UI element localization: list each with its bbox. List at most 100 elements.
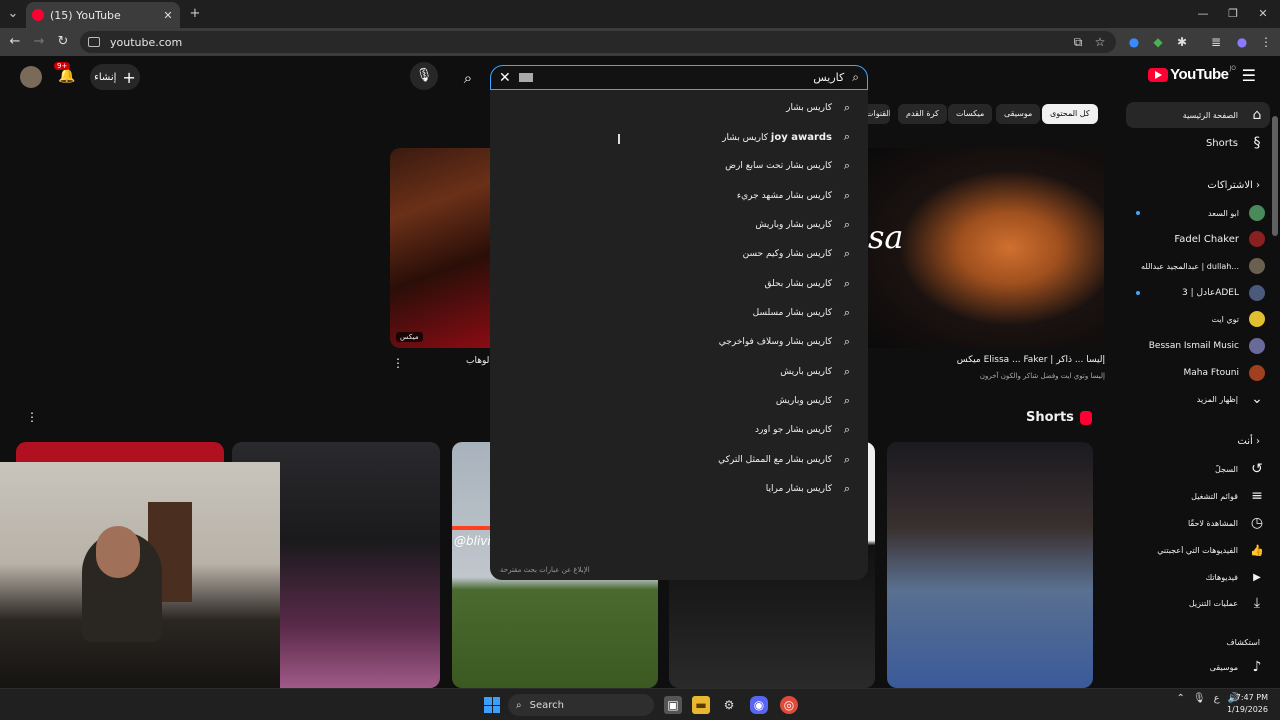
- search-suggestions: ⌕ كاريس بشار ⌕ كاريس بشار joy awards ⌕ كاري…: [490, 90, 868, 580]
- sidebar-item-history[interactable]: ↺ السجلّ: [1116, 456, 1270, 482]
- task-view-icon[interactable]: ▣: [664, 696, 682, 714]
- search-icon: ⌕: [843, 218, 851, 231]
- subscription-item[interactable]: عبدالمجيد عبدالله | dullah...: [1116, 253, 1270, 279]
- create-button[interactable]: إنشاء +: [90, 64, 140, 90]
- chrome-icon[interactable]: ◎: [780, 696, 798, 714]
- shorts-icon: [1079, 410, 1092, 425]
- install-app-icon[interactable]: ⧉: [1070, 34, 1086, 50]
- suggestion-item[interactable]: ⌕ كاريس بشار وباريش: [490, 213, 868, 237]
- sidebar-item-playlists[interactable]: ≡ قوائم التشغيل: [1116, 483, 1270, 509]
- subscription-item[interactable]: ابو السعد: [1116, 200, 1270, 226]
- taskbar-search[interactable]: ⌕ Search: [508, 694, 654, 716]
- notifications-bell-icon[interactable]: 🔔 9+: [54, 62, 75, 84]
- chip-music[interactable]: موسيقى: [996, 104, 1041, 124]
- plus-icon: +: [122, 67, 136, 87]
- browser-menu-icon[interactable]: ⋮: [1258, 34, 1274, 50]
- suggestion-item[interactable]: ⌕ كاريس بشار مع الممثل التركي: [490, 448, 868, 472]
- more-options-icon[interactable]: ⋮: [392, 356, 404, 370]
- clock[interactable]: 7:47 PM 1/19/2026: [1227, 692, 1268, 716]
- suggestion-item[interactable]: ⌕ كاريس بشار joy awards: [490, 125, 868, 149]
- subscription-item[interactable]: Maha Ftouni: [1116, 360, 1270, 386]
- sidebar-item-your-videos[interactable]: ▶ فيديوهاتك: [1116, 564, 1270, 590]
- sidebar-show-more[interactable]: ⌄ إظهار المزيد: [1116, 386, 1270, 412]
- windows-taskbar: ⌕ Search ▣ ▬ ⚙ ◉ ◎ ⌃ 🎙 ع 🔊 7:47 PM 1/19/…: [0, 688, 1280, 720]
- file-explorer-icon[interactable]: ▬: [692, 696, 710, 714]
- user-avatar[interactable]: [20, 66, 42, 88]
- page-scrollbar[interactable]: [1272, 116, 1278, 236]
- extension-blue-icon[interactable]: ●: [1126, 34, 1142, 50]
- chip-mixes[interactable]: ميكسات: [948, 104, 993, 124]
- subscription-item[interactable]: عادل | 3ADEL: [1116, 280, 1270, 306]
- suggestion-item[interactable]: ⌕ كاريس باريش: [490, 360, 868, 384]
- short-thumbnail[interactable]: [887, 442, 1093, 688]
- search-input[interactable]: ⌕ كاريس ✕: [490, 65, 868, 90]
- suggestion-item[interactable]: ⌕ كاريس بشار: [490, 96, 868, 120]
- video-thumbnail[interactable]: ميكس: [390, 148, 490, 348]
- discord-icon[interactable]: ◉: [750, 696, 768, 714]
- search-button[interactable]: ⌕: [452, 66, 484, 90]
- tab-close-icon[interactable]: ✕: [162, 9, 174, 22]
- suggestion-item[interactable]: ⌕ كاريس بشار جو اورد: [490, 418, 868, 442]
- suggestion-item[interactable]: ⌕ كاريس بشار مرايا: [490, 477, 868, 501]
- sidebar-item-music[interactable]: ♪ موسيقى: [1116, 654, 1270, 680]
- suggestion-item[interactable]: ⌕ كاريس بشار مشهد جريء: [490, 184, 868, 208]
- video-channels[interactable]: إليسا وتوي ايت وفضل شاكر والكون آخرون: [980, 372, 1105, 380]
- suggestion-item[interactable]: ⌕ كاريس بشار مسلسل: [490, 301, 868, 325]
- suggestion-item[interactable]: ⌕ كاريس بشار تحت سابع ارض: [490, 154, 868, 178]
- sidebar-item-downloads[interactable]: ⤓ عمليات التنزيل: [1116, 590, 1270, 616]
- back-icon[interactable]: ←: [6, 33, 24, 51]
- forward-icon[interactable]: →: [30, 33, 48, 51]
- voice-search-icon[interactable]: 🎙: [410, 62, 438, 90]
- microphone-icon[interactable]: 🎙: [1193, 693, 1206, 704]
- chip-football[interactable]: كرة القدم: [898, 104, 947, 124]
- url-text: youtube.com: [110, 35, 183, 49]
- settings-gear-icon[interactable]: ⚙: [720, 696, 738, 714]
- search-icon: ⌕: [843, 247, 851, 260]
- profile-icon[interactable]: ●: [1234, 34, 1250, 50]
- sidebar-item-liked[interactable]: 👍 الفيديوهات التي أعجبتني: [1116, 537, 1270, 563]
- address-bar[interactable]: youtube.com: [80, 31, 1116, 53]
- subscriptions-heading[interactable]: الاشتراكات ›: [1116, 180, 1270, 191]
- site-info-icon[interactable]: [88, 37, 100, 47]
- sidebar: ⌂ الصفحة الرئيسية § Shorts الاشتراكات › …: [1116, 56, 1270, 688]
- video-title[interactable]: الوهاب: [466, 356, 492, 366]
- your-videos-icon: ▶: [1253, 571, 1261, 583]
- windows-start-icon[interactable]: [484, 697, 500, 713]
- reload-icon[interactable]: ↻: [54, 33, 72, 51]
- subscription-item[interactable]: Fadel Chaker: [1116, 226, 1270, 252]
- streamer-head: [96, 526, 140, 578]
- close-window-button[interactable]: ✕: [1252, 5, 1274, 23]
- tab-search-icon[interactable]: ⌄: [4, 5, 22, 23]
- subscription-item[interactable]: Bessan Ismail Music: [1116, 333, 1270, 359]
- new-tab-button[interactable]: +: [186, 5, 204, 23]
- chip-all[interactable]: كل المحتوى: [1042, 104, 1098, 124]
- subscription-item[interactable]: توي ايت: [1116, 306, 1270, 332]
- language-indicator[interactable]: ع: [1214, 693, 1220, 704]
- suggestion-item[interactable]: ⌕ كاريس بشار وسلاف فواخرجي: [490, 330, 868, 354]
- report-suggestions-link[interactable]: الإبلاغ عن عبارات بحث مقترحة: [500, 566, 590, 574]
- mix-badge: ميكس: [396, 332, 423, 342]
- you-heading[interactable]: أنت ›: [1116, 436, 1270, 447]
- bookmark-star-icon[interactable]: ☆: [1092, 34, 1108, 50]
- shorts-icon: §: [1253, 135, 1261, 151]
- restore-button[interactable]: ❐: [1222, 5, 1244, 23]
- suggestion-item[interactable]: ⌕ كاريس وباريش: [490, 389, 868, 413]
- clear-search-icon[interactable]: ✕: [499, 70, 511, 86]
- extension-green-icon[interactable]: ◆: [1150, 34, 1166, 50]
- browser-tab[interactable]: (15) YouTube ✕: [26, 2, 180, 28]
- search-icon: ⌕: [843, 482, 851, 495]
- sidebar-item-home[interactable]: ⌂ الصفحة الرئيسية: [1126, 102, 1270, 128]
- suggestion-item[interactable]: ⌕ كاريس بشار وكيم حسن: [490, 242, 868, 266]
- video-title[interactable]: ميكس Elissa ... Faker | إليسا ... ذاكر: [957, 355, 1105, 365]
- more-options-icon[interactable]: ⋮: [26, 410, 38, 424]
- mouse-cursor: [618, 134, 620, 144]
- suggestion-item[interactable]: ⌕ كاريس بشار بحلق: [490, 272, 868, 296]
- media-controls-icon[interactable]: ≣: [1208, 34, 1224, 50]
- sidebar-item-watch-later[interactable]: ◷ المشاهدة لاحقًا: [1116, 510, 1270, 536]
- minimize-button[interactable]: —: [1192, 5, 1214, 23]
- channel-avatar: [1249, 285, 1265, 301]
- tray-chevron-icon[interactable]: ⌃: [1176, 693, 1184, 704]
- video-thumbnail[interactable]: sa: [868, 148, 1104, 348]
- extensions-puzzle-icon[interactable]: ✱: [1174, 34, 1190, 50]
- sidebar-item-shorts[interactable]: § Shorts: [1116, 130, 1270, 156]
